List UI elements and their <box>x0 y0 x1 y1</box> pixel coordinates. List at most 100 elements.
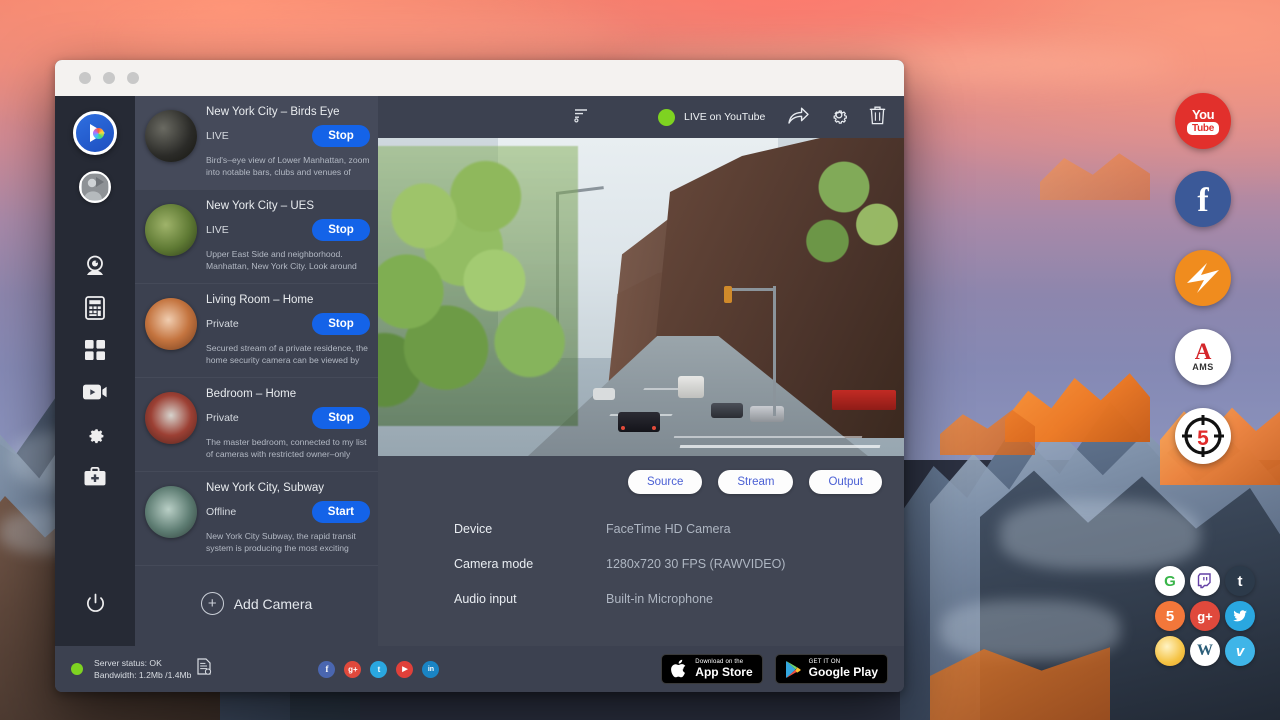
sidebar-item-app-logo[interactable] <box>73 111 117 155</box>
spec-label: Audio input <box>454 592 606 606</box>
document-log-icon[interactable] <box>196 658 212 680</box>
tab-output[interactable]: Output <box>809 470 882 494</box>
server-status-label: Server status: OK <box>94 657 191 669</box>
desktop-mini-icon-vimeo[interactable]: v <box>1225 636 1255 666</box>
desktop-icon-wowza[interactable] <box>1175 250 1231 306</box>
camera-action-button[interactable]: Start <box>312 501 370 523</box>
source-spec-list: Device FaceTime HD Camera Camera mode 12… <box>378 494 904 627</box>
social-facebook[interactable]: f <box>318 661 335 678</box>
spec-row: Device FaceTime HD Camera <box>454 522 904 536</box>
desktop-icon-target-five[interactable]: 5 <box>1175 408 1231 464</box>
camera-list-item[interactable]: New York City – Birds Eye LIVE Stop Bird… <box>135 96 378 190</box>
camera-status-row: LIVE Stop <box>206 219 370 241</box>
social-google-plus[interactable]: g+ <box>344 661 361 678</box>
gear-icon <box>84 423 106 445</box>
camera-list-item[interactable]: New York City – UES LIVE Stop Upper East… <box>135 190 378 284</box>
spec-value: FaceTime HD Camera <box>606 522 731 536</box>
camera-action-button[interactable]: Stop <box>312 219 370 241</box>
video-car <box>711 403 743 418</box>
desktop-mini-icon-google-plus[interactable]: g+ <box>1190 601 1220 631</box>
add-camera-button[interactable]: + Add Camera <box>135 566 378 637</box>
bandwidth-label: Bandwidth: 1.2Mb /1.4Mb <box>94 669 191 681</box>
desktop-icon-youtube[interactable]: You Tube <box>1175 93 1231 149</box>
power-icon <box>85 593 106 614</box>
camera-title: New York City – UES <box>206 200 370 212</box>
camera-info: New York City, Subway Offline Start New … <box>206 482 370 555</box>
camera-action-button[interactable]: Stop <box>312 407 370 429</box>
main-toolbar: LIVE on YouTube <box>378 96 904 138</box>
camera-description: Bird's–eye view of Lower Manhattan, zoom… <box>206 154 370 179</box>
social-links: f g+ t ▶ in <box>318 661 439 678</box>
ams-label: AMS <box>1192 362 1214 372</box>
server-status-dot <box>71 663 83 675</box>
camera-list-item[interactable]: New York City, Subway Offline Start New … <box>135 472 378 566</box>
share-arrow-icon[interactable] <box>788 106 809 129</box>
sidebar-item-player[interactable] <box>78 375 112 409</box>
list-filter-icon[interactable] <box>574 107 590 128</box>
desktop-mini-icon-livestream[interactable]: 5 <box>1155 601 1185 631</box>
app-window: New York City – Birds Eye LIVE Stop Bird… <box>55 60 904 692</box>
store-badges: Download on the App Store GET IT ON Goog… <box>661 654 888 685</box>
avatar-icon <box>82 174 108 200</box>
desktop-mini-icon-wordpress[interactable]: W <box>1190 636 1220 666</box>
sidebar-item-cameras[interactable] <box>78 249 112 283</box>
sidebar-item-reports[interactable] <box>78 291 112 325</box>
camera-list-item[interactable]: Living Room – Home Private Stop Secured … <box>135 284 378 378</box>
social-youtube[interactable]: ▶ <box>396 661 413 678</box>
tab-source[interactable]: Source <box>628 470 702 494</box>
apple-icon <box>671 659 688 679</box>
live-status: LIVE on YouTube <box>658 109 765 126</box>
app-store-badge[interactable]: Download on the App Store <box>661 654 762 685</box>
adobe-glyph: A <box>1195 342 1212 363</box>
google-play-text: GET IT ON Google Play <box>809 659 878 680</box>
app-store-text: Download on the App Store <box>695 659 752 680</box>
social-twitter[interactable]: t <box>370 661 387 678</box>
video-traffic-light <box>724 286 732 303</box>
camera-state: LIVE <box>206 130 229 142</box>
desktop-mini-icon-tumblr[interactable]: t <box>1225 566 1255 596</box>
first-aid-kit-icon <box>83 466 107 487</box>
sidebar-item-user-avatar[interactable] <box>79 171 111 203</box>
spec-row: Audio input Built-in Microphone <box>454 592 904 606</box>
sidebar-item-settings[interactable] <box>78 417 112 451</box>
camera-description: Upper East Side and neighborhood. Manhat… <box>206 248 370 273</box>
live-status-label: LIVE on YouTube <box>684 111 765 123</box>
video-preview[interactable] <box>378 138 904 456</box>
video-car <box>750 406 784 422</box>
trash-icon[interactable] <box>869 105 886 130</box>
desktop-icon-facebook[interactable]: f <box>1175 171 1231 227</box>
desktop-mini-icon-twitch[interactable] <box>1190 566 1220 596</box>
tab-stream[interactable]: Stream <box>718 470 793 494</box>
spec-label: Device <box>454 522 606 536</box>
minimize-button[interactable] <box>103 72 115 84</box>
desktop-icon-adobe-ams[interactable]: A AMS <box>1175 329 1231 385</box>
google-play-badge[interactable]: GET IT ON Google Play <box>775 654 888 685</box>
video-car-taillight <box>652 426 656 430</box>
gear-icon[interactable] <box>829 105 849 130</box>
camera-title: New York City – Birds Eye <box>206 106 370 118</box>
sidebar-item-support[interactable] <box>78 459 112 493</box>
camera-state: Private <box>206 412 239 424</box>
camera-list: New York City – Birds Eye LIVE Stop Bird… <box>135 96 378 646</box>
camera-description: Secured stream of a private residence, t… <box>206 342 370 367</box>
camera-action-button[interactable]: Stop <box>312 313 370 335</box>
social-linkedin[interactable]: in <box>422 661 439 678</box>
desktop-mini-icon-twitter[interactable] <box>1225 601 1255 631</box>
camera-action-button[interactable]: Stop <box>312 125 370 147</box>
camera-list-item[interactable]: Bedroom – Home Private Stop The master b… <box>135 378 378 472</box>
sidebar-item-power[interactable] <box>78 586 112 620</box>
camera-thumbnail <box>145 298 197 350</box>
sidebar-item-grid[interactable] <box>78 333 112 367</box>
zoom-button[interactable] <box>127 72 139 84</box>
desktop-mini-icon-gumroad[interactable]: G <box>1155 566 1185 596</box>
spec-value: Built-in Microphone <box>606 592 713 606</box>
video-player-icon <box>82 382 108 402</box>
desktop-mini-icon-sun-app[interactable] <box>1155 636 1185 666</box>
window-titlebar[interactable] <box>55 60 904 96</box>
camera-info: Bedroom – Home Private Stop The master b… <box>206 388 370 461</box>
close-button[interactable] <box>79 72 91 84</box>
youtube-tube-label: Tube <box>1187 122 1219 135</box>
camera-description: New York City Subway, the rapid transit … <box>206 530 370 555</box>
camera-state: Offline <box>206 506 236 518</box>
status-bar: Server status: OK Bandwidth: 1.2Mb /1.4M… <box>55 646 904 692</box>
